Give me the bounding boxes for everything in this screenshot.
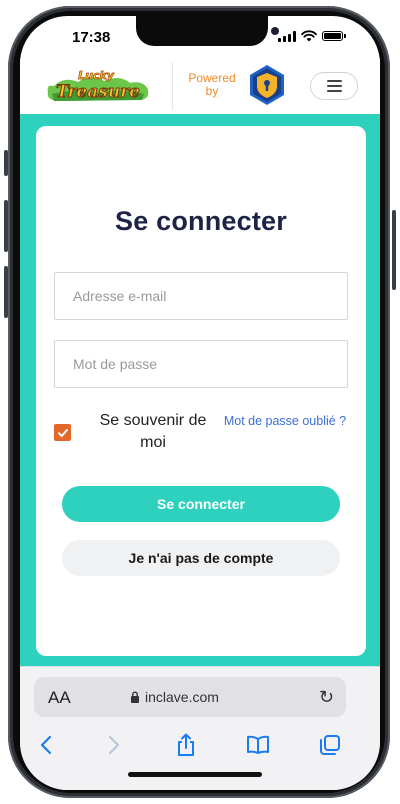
email-field[interactable]: [54, 272, 348, 320]
password-field[interactable]: [54, 340, 348, 388]
page-background: Se connecter Se souvenir de moi Mot de p…: [20, 114, 380, 666]
forgot-password-link[interactable]: Mot de passe oublié ?: [220, 412, 350, 430]
site-header: Lucky Treasure Powered by: [20, 58, 380, 114]
tabs-icon[interactable]: [318, 733, 342, 757]
menu-line: [326, 80, 342, 82]
login-card: Se connecter Se souvenir de moi Mot de p…: [36, 126, 366, 656]
phone-side-button: [4, 266, 8, 318]
url-text: inclave.com: [145, 689, 219, 705]
lock-icon: [131, 691, 139, 703]
share-icon[interactable]: [174, 733, 198, 757]
lucky-treasure-logo[interactable]: Lucky Treasure: [44, 66, 152, 106]
reload-icon[interactable]: ↻: [319, 687, 334, 708]
hamburger-menu-button[interactable]: [310, 72, 358, 100]
login-button[interactable]: Se connecter: [62, 486, 340, 522]
phone-side-button: [4, 150, 8, 176]
checkmark-icon: [57, 428, 68, 437]
back-icon[interactable]: [34, 733, 58, 757]
svg-text:Lucky: Lucky: [78, 69, 115, 82]
bookmarks-icon[interactable]: [246, 733, 270, 757]
menu-line: [326, 90, 342, 92]
powered-by-label: Powered by: [188, 71, 236, 98]
svg-text:Treasure: Treasure: [56, 82, 140, 102]
cellular-signal-icon: [278, 30, 296, 42]
home-indicator: [128, 772, 262, 777]
remember-me-checkbox[interactable]: [54, 424, 71, 441]
status-time: 17:38: [72, 29, 111, 46]
phone-side-button: [4, 200, 8, 252]
no-account-button[interactable]: Je n'ai pas de compte: [62, 540, 340, 576]
address-bar[interactable]: AA inclave.com ↻: [34, 677, 346, 717]
remember-me-label[interactable]: Se souvenir de moi: [88, 410, 218, 454]
shield-logo-icon[interactable]: [246, 64, 288, 106]
browser-nav-row: [20, 729, 380, 763]
menu-line: [326, 85, 342, 87]
phone-screen: 17:38 Lucky Treasure Powered by Se conne…: [20, 16, 380, 790]
forward-icon[interactable]: [102, 733, 126, 757]
wifi-icon: [301, 30, 317, 42]
header-divider: [172, 62, 173, 110]
notch: [136, 16, 279, 46]
reader-text-size-button[interactable]: AA: [48, 688, 71, 708]
phone-side-button: [392, 210, 396, 290]
status-icons: [278, 30, 346, 42]
page-title: Se connecter: [115, 206, 287, 236]
url-display[interactable]: inclave.com: [130, 689, 219, 705]
battery-icon: [322, 31, 346, 41]
